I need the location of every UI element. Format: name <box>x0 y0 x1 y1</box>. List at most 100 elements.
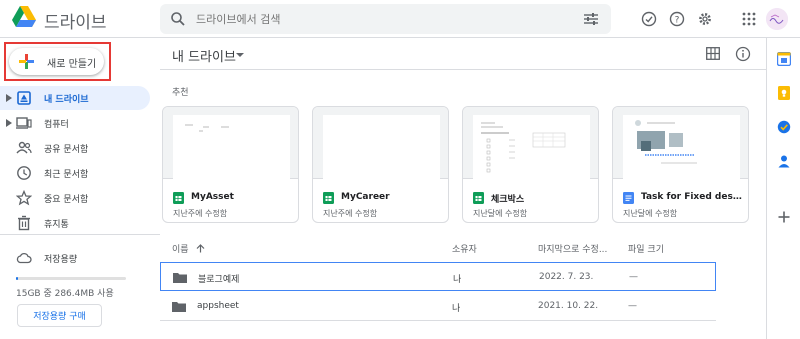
file-thumbnail <box>163 107 298 179</box>
file-preview <box>323 115 440 179</box>
row-owner: 나 <box>453 275 462 285</box>
sheets-file-icon <box>473 192 484 204</box>
sidebar-item-label: 최근 문서함 <box>44 170 89 180</box>
side-panel <box>766 38 800 339</box>
file-list-row[interactable]: 블로그예제 나 2022. 7. 23. — <box>160 262 716 291</box>
new-button-highlight: 새로 만들기 <box>4 42 111 81</box>
trash-icon <box>18 215 30 231</box>
row-modified-date: 2021. 10. 22. <box>538 301 599 311</box>
sidebar-item-label: 저장용량 <box>44 255 78 265</box>
row-file-name: appsheet <box>197 301 239 311</box>
file-thumbnail <box>613 107 748 179</box>
folder-icon <box>172 302 186 312</box>
cloud-icon <box>16 252 32 264</box>
row-modified-date: 2022. 7. 23. <box>539 272 594 282</box>
suggested-file-card[interactable]: MyCareer 지난주에 수정함 <box>312 106 449 223</box>
main-header: 내 드라이브 <box>160 38 766 70</box>
file-thumbnail <box>463 107 598 179</box>
suggested-file-card[interactable]: Task for Fixed desk confir... 지난달에 수정함 <box>612 106 749 223</box>
column-header-modified[interactable]: 마지막으로 수정... <box>538 242 607 255</box>
add-addon-plus-icon[interactable] <box>777 210 791 224</box>
sidebar-item-label: 내 드라이브 <box>44 95 89 105</box>
tasks-icon[interactable] <box>777 120 791 134</box>
file-name: MyAsset <box>191 192 234 202</box>
sheet-preview-icon <box>185 124 229 132</box>
sidebar-item-label: 휴지통 <box>44 220 69 230</box>
column-header-owner[interactable]: 소유자 <box>452 242 477 255</box>
sort-arrow-up-icon[interactable] <box>196 244 205 253</box>
colored-plus-icon <box>19 54 34 69</box>
file-list-header: 이름 소유자 마지막으로 수정... 파일 크기 <box>160 238 716 260</box>
app-brand[interactable]: 드라이브 <box>44 8 107 33</box>
search-box[interactable] <box>160 4 611 34</box>
clock-icon <box>17 166 31 180</box>
doc-preview-icon <box>635 120 697 164</box>
computer-icon <box>16 117 32 129</box>
sidebar-item-shared[interactable]: 공유 문서함 <box>0 136 150 160</box>
search-input[interactable] <box>196 9 566 29</box>
suggested-section-label: 추천 <box>172 88 189 98</box>
sidebar: 새로 만들기 내 드라이브 컴퓨터 공유 문서함 최근 문서함 중요 문서함 휴… <box>0 38 160 339</box>
contacts-icon[interactable] <box>777 154 791 168</box>
checkbox-sheet-preview-icon <box>481 122 566 173</box>
help-icon[interactable]: ? <box>669 11 685 27</box>
keep-notes-icon[interactable] <box>777 86 791 100</box>
file-modified-text: 지난주에 수정함 <box>173 209 228 218</box>
row-file-size: — <box>629 272 638 282</box>
file-preview <box>623 115 740 179</box>
sidebar-item-starred[interactable]: 중요 문서함 <box>0 186 150 210</box>
main-content: 내 드라이브 추천 MyAsset 지난주에 수정함 MyCareer 지난주에… <box>160 38 766 339</box>
row-file-size: — <box>628 301 637 311</box>
file-thumbnail <box>313 107 448 179</box>
file-name: 체크박스 <box>491 195 525 205</box>
suggested-file-card[interactable]: MyAsset 지난주에 수정함 <box>162 106 299 223</box>
sidebar-item-label: 컴퓨터 <box>44 120 69 130</box>
expand-caret-icon[interactable] <box>6 119 12 127</box>
expand-caret-icon[interactable] <box>6 94 12 102</box>
settings-gear-icon[interactable] <box>697 11 713 27</box>
sidebar-divider <box>0 234 160 235</box>
file-modified-text: 지난주에 수정함 <box>323 209 378 218</box>
sidebar-item-computers[interactable]: 컴퓨터 <box>0 111 150 135</box>
file-modified-text: 지난달에 수정함 <box>473 209 528 218</box>
row-file-name: 블로그예제 <box>198 275 240 285</box>
sidebar-item-storage[interactable]: 저장용량 <box>0 246 150 270</box>
calendar-icon[interactable] <box>777 52 791 66</box>
sheets-file-icon <box>323 192 334 204</box>
star-icon <box>16 190 32 206</box>
sidebar-item-label: 공유 문서함 <box>44 145 89 155</box>
info-icon[interactable] <box>735 46 751 62</box>
new-button-label: 새로 만들기 <box>47 59 97 70</box>
grid-view-icon[interactable] <box>706 47 720 60</box>
drive-logo-icon[interactable] <box>12 6 36 28</box>
file-list-row[interactable]: appsheet 나 2021. 10. 22. — <box>160 292 716 321</box>
top-bar: 드라이브 ? <box>0 0 800 38</box>
column-header-size[interactable]: 파일 크기 <box>628 242 664 255</box>
suggested-file-card[interactable]: 체크박스 지난달에 수정함 <box>462 106 599 223</box>
search-icon[interactable] <box>170 11 186 27</box>
new-button[interactable]: 새로 만들기 <box>9 48 104 75</box>
file-name: MyCareer <box>341 192 390 202</box>
file-preview <box>473 115 590 179</box>
file-modified-text: 지난달에 수정함 <box>623 209 678 218</box>
column-header-name[interactable]: 이름 <box>172 242 189 255</box>
row-owner: 나 <box>452 304 461 314</box>
folder-icon <box>173 273 187 283</box>
offline-ready-icon[interactable] <box>641 11 657 27</box>
storage-quota-bar <box>16 277 126 280</box>
sheets-file-icon <box>173 192 184 204</box>
account-avatar[interactable] <box>766 8 788 30</box>
sidebar-item-my-drive[interactable]: 내 드라이브 <box>0 86 150 110</box>
search-options-icon[interactable] <box>583 12 599 26</box>
sidebar-item-trash[interactable]: 휴지통 <box>0 211 150 235</box>
sidebar-item-label: 중요 문서함 <box>44 195 89 205</box>
sidebar-item-recent[interactable]: 최근 문서함 <box>0 161 150 185</box>
chevron-down-icon[interactable] <box>236 52 244 58</box>
apps-grid-icon[interactable] <box>741 11 757 27</box>
my-drive-icon <box>17 91 31 105</box>
file-preview <box>173 115 290 179</box>
file-name: Task for Fixed desk confir... <box>641 192 745 202</box>
page-title[interactable]: 내 드라이브 <box>172 46 236 65</box>
buy-storage-button[interactable]: 저장용량 구매 <box>17 304 102 327</box>
storage-quota-text: 15GB 중 286.4MB 사용 <box>16 289 114 299</box>
